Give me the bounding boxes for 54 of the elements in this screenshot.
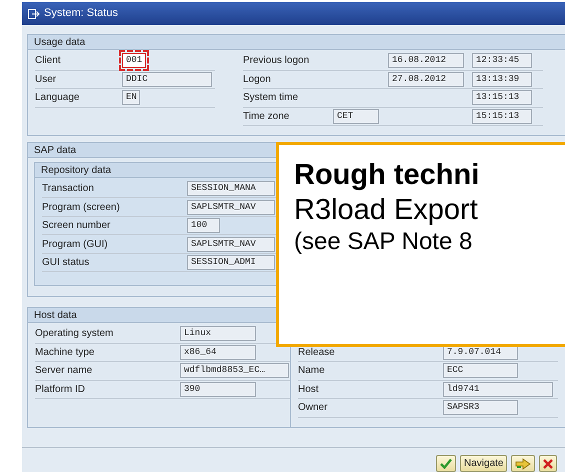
- check-button[interactable]: [436, 455, 456, 472]
- window-title: System: Status: [44, 6, 118, 22]
- field-label: User: [35, 72, 58, 87]
- exit-icon: [28, 8, 40, 18]
- field-label: Operating system: [35, 327, 114, 342]
- text-field[interactable]: 12:33:45: [472, 53, 532, 68]
- text-field[interactable]: x86_64: [180, 344, 256, 360]
- field-label: Server name: [35, 364, 94, 378]
- text-field[interactable]: 15:15:13: [472, 108, 532, 124]
- close-icon: [543, 458, 554, 468]
- field-label: System time: [243, 91, 300, 106]
- text-field[interactable]: SESSION_MANA: [187, 181, 275, 196]
- callout-text: (see SAP Note 8: [294, 227, 474, 257]
- field-label: Program (screen): [42, 200, 121, 215]
- checkmark-icon: [440, 458, 452, 469]
- text-field[interactable]: ECC: [443, 363, 518, 378]
- field-label: Machine type: [35, 346, 96, 360]
- cancel-button[interactable]: [539, 455, 558, 472]
- text-field[interactable]: EN: [122, 90, 140, 106]
- callout-text: R3load Export: [294, 193, 479, 227]
- field-label: Logon: [243, 72, 272, 87]
- section-header: Usage data: [28, 35, 565, 50]
- text-field[interactable]: SESSION_ADMI: [187, 255, 275, 270]
- text-field[interactable]: DDIC: [122, 72, 212, 87]
- arrow-icon: [515, 458, 532, 470]
- text-field[interactable]: SAPSR3: [443, 400, 518, 416]
- field-label: Owner: [298, 401, 328, 416]
- field-label: GUI status: [42, 256, 90, 270]
- text-field[interactable]: 16.08.2012: [388, 53, 464, 68]
- text-field[interactable]: 001: [122, 53, 146, 68]
- field-label: Platform ID: [35, 382, 86, 397]
- field-label: Language: [35, 91, 80, 106]
- field-label: Transaction: [42, 182, 95, 196]
- text-field[interactable]: 27.08.2012: [388, 72, 464, 87]
- text-field[interactable]: CET: [333, 108, 379, 124]
- field-label: Screen number: [42, 219, 112, 234]
- text-field[interactable]: 13:13:39: [472, 72, 532, 87]
- field-label: Program (GUI): [42, 238, 109, 252]
- field-label: Host: [298, 382, 320, 397]
- text-field[interactable]: 100: [187, 218, 220, 234]
- text-field[interactable]: 13:15:13: [472, 90, 532, 106]
- field-label: Name: [298, 364, 326, 378]
- text-field[interactable]: wdflbmd8853_EC…: [180, 363, 289, 378]
- text-field[interactable]: SAPLSMTR_NAV: [187, 200, 275, 215]
- text-field[interactable]: ld9741: [443, 382, 553, 397]
- field-label: Client: [35, 54, 62, 68]
- text-field[interactable]: 390: [180, 382, 256, 397]
- field-label: Previous logon: [243, 54, 310, 68]
- navigate-button[interactable]: Navigate: [460, 455, 508, 472]
- arrow-button[interactable]: [511, 455, 536, 472]
- field-label: Time zone: [243, 110, 290, 124]
- text-field[interactable]: Linux: [180, 326, 256, 342]
- text-field[interactable]: SAPLSMTR_NAV: [187, 236, 275, 252]
- field-label: Release: [298, 346, 336, 360]
